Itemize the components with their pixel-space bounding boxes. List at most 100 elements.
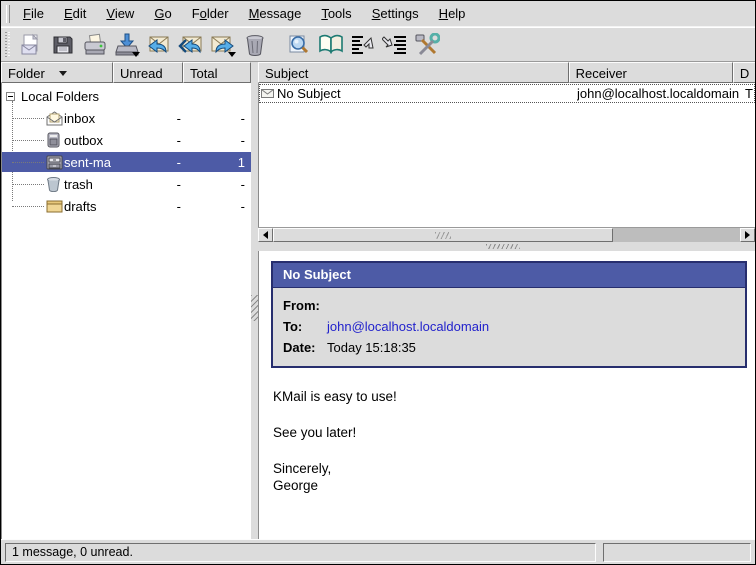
unread-count: -: [119, 133, 189, 148]
save-icon: [51, 33, 75, 57]
menu-help[interactable]: Help: [429, 3, 476, 24]
folder-label: trash: [64, 177, 93, 192]
collapse-expander-icon[interactable]: [6, 92, 15, 101]
delete-button[interactable]: [240, 30, 270, 60]
sent-mail-icon: [46, 154, 64, 170]
folder-label: sent-ma: [64, 155, 111, 170]
to-field: To: john@localhost.localdomain: [283, 316, 735, 337]
left-arrow-icon: [263, 231, 268, 239]
status-text: 1 message, 0 unread.: [12, 545, 133, 559]
configure-icon: [414, 33, 440, 57]
folder-row-inbox[interactable]: inbox - -: [2, 107, 251, 129]
reply-icon: [146, 33, 172, 57]
menu-message[interactable]: Message: [239, 3, 312, 24]
menubar-handle[interactable]: [6, 5, 10, 23]
folder-row-trash[interactable]: trash - -: [2, 173, 251, 195]
outbox-icon: [46, 132, 64, 148]
subject-column-header[interactable]: Subject: [258, 62, 569, 83]
unread-count: -: [119, 199, 189, 214]
forward-dropdown-caret[interactable]: [228, 52, 236, 57]
toolbar: [1, 27, 755, 62]
menu-items: FileEditViewGoFolderMessageToolsSettings…: [13, 3, 475, 24]
toolbar-handle[interactable]: [5, 32, 11, 58]
menu-view[interactable]: View: [96, 3, 144, 24]
total-count: 1: [189, 155, 251, 170]
total-count: -: [189, 111, 251, 126]
print-button[interactable]: [80, 30, 110, 60]
date-column-header[interactable]: D: [733, 62, 755, 83]
drafts-folder-icon: [46, 198, 64, 214]
menu-file[interactable]: File: [13, 3, 54, 24]
unread-count: -: [119, 111, 189, 126]
total-count: -: [189, 199, 251, 214]
find-messages-button[interactable]: [284, 30, 314, 60]
preview-subject-title: No Subject: [273, 263, 745, 287]
body-paragraph: See you later!: [273, 424, 743, 441]
message-date: T: [745, 86, 754, 101]
folder-label: outbox: [64, 133, 103, 148]
list-jump-down-button[interactable]: [380, 30, 410, 60]
folder-tree: Local Folders inbox - -: [1, 83, 251, 539]
menu-go[interactable]: Go: [144, 3, 181, 24]
message-subject: No Subject: [277, 86, 341, 101]
reply-button[interactable]: [144, 30, 174, 60]
new-message-icon: [19, 33, 43, 57]
scroll-left-button[interactable]: [258, 228, 273, 242]
message-list-hscrollbar[interactable]: [258, 227, 755, 242]
folder-column-header[interactable]: Folder: [1, 62, 113, 83]
check-mail-button[interactable]: [112, 30, 142, 60]
list-jump-up-button[interactable]: [348, 30, 378, 60]
scrollbar-track[interactable]: [613, 228, 740, 242]
to-address-link[interactable]: john@localhost.localdomain: [327, 316, 489, 337]
vertical-splitter[interactable]: [251, 62, 258, 539]
kmail-window: FileEditViewGoFolderMessageToolsSettings…: [0, 0, 756, 565]
date-field: Date: Today 15:18:35: [283, 337, 735, 358]
folder-row-outbox[interactable]: outbox - -: [2, 129, 251, 151]
menu-tools[interactable]: Tools: [311, 3, 361, 24]
status-aux-panel: [603, 543, 751, 562]
status-message-panel: 1 message, 0 unread.: [5, 543, 596, 562]
address-book-button[interactable]: [316, 30, 346, 60]
horizontal-splitter-grip[interactable]: [486, 244, 520, 249]
folder-column-label: Folder: [8, 66, 45, 81]
message-envelope-icon: [261, 86, 274, 101]
message-list: No Subject john@localhost.localdomain T: [258, 83, 755, 227]
forward-button[interactable]: [208, 30, 238, 60]
unread-column-header[interactable]: Unread: [113, 62, 183, 83]
folder-row-drafts[interactable]: drafts - -: [2, 195, 251, 217]
address-book-icon: [318, 33, 344, 57]
body-paragraph: Sincerely, George: [273, 460, 743, 494]
menu-bar: FileEditViewGoFolderMessageToolsSettings…: [1, 1, 755, 27]
total-column-header[interactable]: Total: [183, 62, 251, 83]
scrollbar-thumb[interactable]: [273, 228, 613, 242]
check-mail-dropdown-caret[interactable]: [132, 52, 140, 57]
preview-header-box: No Subject From: To: john@localhost.loca…: [271, 261, 747, 368]
horizontal-splitter[interactable]: [258, 242, 755, 251]
trash-folder-icon: [46, 176, 64, 192]
status-bar: 1 message, 0 unread.: [1, 539, 755, 564]
folder-row-local-folders[interactable]: Local Folders: [2, 85, 251, 107]
menu-folder[interactable]: Folder: [182, 3, 239, 24]
menu-edit[interactable]: Edit: [54, 3, 96, 24]
unread-count: -: [119, 155, 189, 170]
sort-caret-icon: [59, 71, 67, 76]
from-field: From:: [283, 295, 735, 316]
folder-pane: Folder Unread Total Local Folders: [1, 62, 251, 539]
find-messages-icon: [287, 33, 311, 57]
inbox-icon: [46, 110, 64, 126]
new-message-button[interactable]: [16, 30, 46, 60]
configure-button[interactable]: [412, 30, 442, 60]
reply-all-button[interactable]: [176, 30, 206, 60]
message-row[interactable]: No Subject john@localhost.localdomain T: [259, 84, 755, 103]
list-jump-up-icon: [350, 33, 376, 57]
receiver-column-header[interactable]: Receiver: [569, 62, 733, 83]
menu-settings[interactable]: Settings: [362, 3, 429, 24]
message-list-header: Subject Receiver D: [258, 62, 755, 83]
scroll-right-button[interactable]: [740, 228, 755, 242]
body-paragraph: KMail is easy to use!: [273, 388, 743, 405]
folder-row-sent-mail[interactable]: sent-ma - 1: [2, 151, 251, 173]
date-value: Today 15:18:35: [327, 337, 416, 358]
list-jump-down-icon: [382, 33, 408, 57]
save-button[interactable]: [48, 30, 78, 60]
vertical-splitter-grip[interactable]: [251, 295, 258, 321]
